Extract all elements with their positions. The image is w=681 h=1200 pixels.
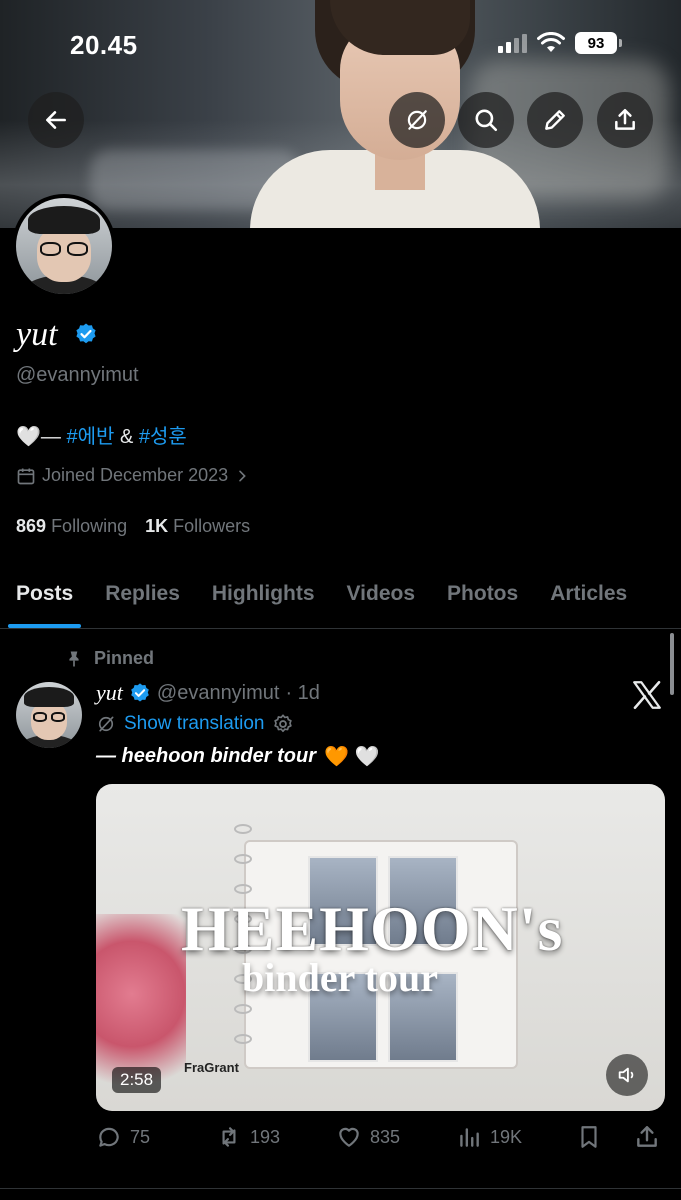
pinned-indicator: Pinned (64, 648, 154, 669)
joined-label: Joined December 2023 (42, 465, 229, 485)
tweet-header: yut @evannyimut · 1d (96, 680, 320, 706)
tab-posts[interactable]: Posts (0, 572, 89, 628)
tweet-actions: 75 193 835 19K (96, 1124, 665, 1150)
verified-badge-icon[interactable] (74, 322, 98, 346)
like-button[interactable]: 835 (336, 1124, 456, 1150)
tweet-text: — heehoon binder tour 🧡 🤍 (96, 744, 379, 769)
tab-photos[interactable]: Photos (431, 572, 534, 628)
grok-icon (407, 110, 427, 130)
share-icon (637, 1126, 657, 1147)
tab-videos[interactable]: Videos (331, 572, 431, 628)
profile-handle: @evannyimut (16, 364, 139, 386)
tweet-author-handle[interactable]: @evannyimut (157, 682, 280, 705)
bio-hashtag-link[interactable]: #에반 (66, 426, 114, 448)
video-duration: 2:58 (112, 1067, 162, 1093)
gear-icon[interactable] (272, 713, 294, 735)
cellular-signal-icon (498, 33, 527, 53)
chevron-right-icon (239, 470, 246, 481)
repost-button[interactable]: 193 (216, 1124, 336, 1150)
repost-icon (222, 1127, 236, 1147)
search-button[interactable] (458, 92, 514, 148)
followers-link[interactable]: 1K Followers (145, 516, 250, 537)
followers-label: Followers (173, 516, 251, 536)
following-label: Following (51, 516, 128, 536)
video-title-line2: binder tour (242, 955, 438, 1000)
share-button[interactable] (597, 92, 653, 148)
share-tweet-button[interactable] (634, 1124, 664, 1150)
grok-button[interactable] (389, 92, 445, 148)
battery-indicator: 93 (575, 32, 622, 54)
tab-articles[interactable]: Articles (534, 572, 643, 628)
tweet-emoji: 🧡 🤍 (324, 746, 380, 768)
bookmark-icon (581, 1126, 597, 1148)
bio-hashtag-link[interactable]: #성훈 (139, 426, 187, 448)
followers-count: 1K (145, 516, 169, 536)
tweet-body: — heehoon binder tour (96, 745, 316, 767)
tweet-divider (0, 1188, 681, 1189)
search-icon (475, 109, 498, 132)
share-icon (615, 109, 635, 130)
edit-button[interactable] (527, 92, 583, 148)
joined-date[interactable]: Joined December 2023 (16, 465, 250, 486)
analytics-icon (460, 1128, 479, 1147)
pin-icon (69, 651, 79, 666)
reply-count: 75 (130, 1126, 151, 1147)
status-icons: 93 (498, 32, 622, 54)
tweet-time: · 1d (285, 681, 320, 704)
video-brand-text: FraGrant (184, 1060, 239, 1075)
tweet-avatar[interactable] (16, 682, 82, 748)
x-logo-icon[interactable] (630, 678, 664, 712)
wifi-icon (537, 32, 565, 52)
bio-text: 🤍— (16, 426, 67, 448)
scrollbar[interactable] (670, 633, 674, 695)
tab-replies[interactable]: Replies (89, 572, 196, 628)
profile-display-name: yut (16, 316, 58, 353)
grok-icon (98, 716, 114, 732)
status-time: 20.45 (70, 30, 138, 60)
like-count: 835 (370, 1126, 401, 1147)
speaker-icon (618, 1067, 634, 1083)
tweet-author-name[interactable]: yut (96, 680, 123, 706)
view-count: 19K (490, 1126, 523, 1147)
repost-count: 193 (250, 1126, 281, 1147)
follow-stats: 869 Following 1K Followers (16, 516, 250, 537)
views-button[interactable]: 19K (456, 1124, 576, 1150)
reply-button[interactable]: 75 (96, 1124, 216, 1150)
arrow-left-icon (46, 111, 66, 129)
back-button[interactable] (28, 92, 84, 148)
bio-text: & (114, 426, 139, 448)
show-translation-row: Show translation (96, 713, 294, 735)
profile-avatar[interactable] (12, 194, 116, 298)
verified-badge-icon (131, 683, 149, 702)
following-count: 869 (16, 516, 47, 536)
bookmark-button[interactable] (576, 1124, 634, 1150)
heart-icon (339, 1127, 359, 1147)
reply-icon (99, 1127, 119, 1147)
pencil-icon (545, 110, 565, 130)
tweet-video[interactable]: HEEHOON's binder tour FraGrant 2:58 (96, 784, 665, 1111)
profile-tabs: Posts Replies Highlights Videos Photos A… (0, 572, 681, 629)
show-translation-link[interactable]: Show translation (124, 713, 264, 735)
profile-bio: 🤍— #에반 & #성훈 (16, 420, 187, 449)
pinned-label: Pinned (94, 648, 155, 668)
following-link[interactable]: 869 Following (16, 516, 127, 537)
calendar-icon (17, 468, 35, 484)
tab-highlights[interactable]: Highlights (196, 572, 331, 628)
mute-button[interactable] (606, 1054, 648, 1096)
